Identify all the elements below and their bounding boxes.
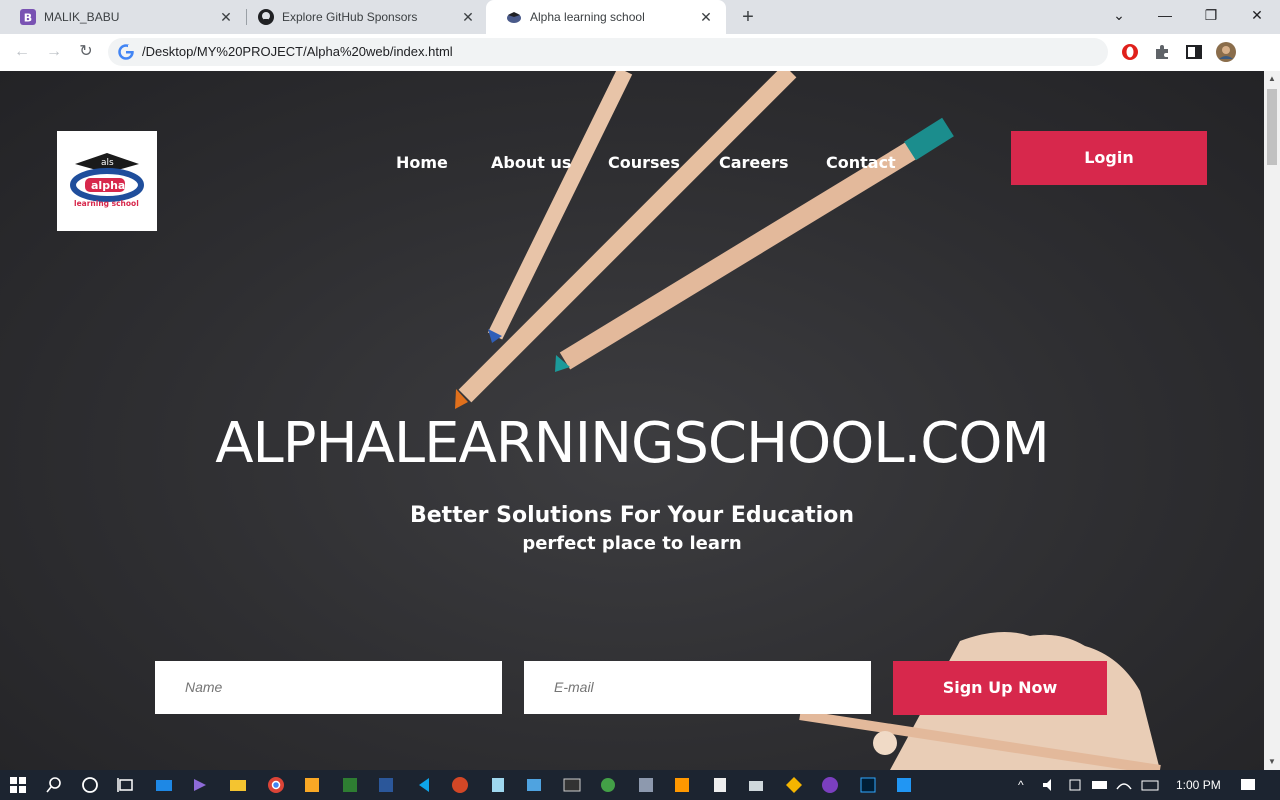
page-viewport: als alpha learning school Home About us … — [0, 71, 1264, 770]
close-window-button[interactable]: ✕ — [1234, 0, 1280, 30]
cortana-icon[interactable] — [80, 775, 100, 795]
sublime-icon[interactable] — [672, 775, 692, 795]
clock-time[interactable]: 1:00 PM — [1176, 770, 1221, 800]
sign-up-button[interactable]: Sign Up Now — [893, 661, 1107, 715]
app-icon-14[interactable] — [636, 775, 656, 795]
tab-malik-babu[interactable]: B MALIK_BABU ✕ — [0, 0, 246, 34]
camera-icon[interactable] — [746, 775, 766, 795]
powerpoint-icon[interactable] — [450, 775, 470, 795]
logo-school-text: learning school — [74, 199, 139, 208]
address-bar[interactable]: /Desktop/MY%20PROJECT/Alpha%20web/index.… — [108, 38, 1108, 66]
nav-about-us[interactable]: About us — [491, 153, 571, 172]
tab-strip: B MALIK_BABU ✕ Explore GitHub Sponsors ✕… — [0, 0, 1280, 34]
app-icon-6[interactable] — [340, 775, 360, 795]
alpha-logo-icon: als alpha learning school — [70, 153, 144, 208]
battery-icon[interactable] — [1090, 775, 1110, 795]
forward-arrow-icon[interactable]: → — [42, 40, 66, 64]
tab-title: Alpha learning school — [530, 10, 645, 24]
meet-now-icon[interactable] — [1066, 775, 1086, 795]
git-icon[interactable] — [784, 775, 804, 795]
profile-avatar[interactable] — [1216, 42, 1236, 62]
app-icon-16[interactable] — [710, 775, 730, 795]
nav-courses[interactable]: Courses — [608, 153, 680, 172]
github-icon — [258, 9, 274, 25]
app-icon-10[interactable] — [488, 775, 508, 795]
word-icon[interactable] — [376, 775, 396, 795]
app-icon-21[interactable] — [894, 775, 914, 795]
back-arrow-icon[interactable]: ← — [10, 40, 34, 64]
wifi-icon[interactable] — [1114, 775, 1134, 795]
volume-icon[interactable] — [1040, 775, 1060, 795]
tab-title: Explore GitHub Sponsors — [282, 10, 418, 24]
keyboard-icon[interactable] — [1140, 775, 1160, 795]
windows-taskbar: ^ 1:00 PM — [0, 770, 1280, 800]
close-tab-icon[interactable]: ✕ — [698, 9, 714, 26]
browser-toolbar: ← → ↻ /Desktop/MY%20PROJECT/Alpha%20web/… — [0, 34, 1280, 72]
chevron-up-icon[interactable]: ^ — [1018, 770, 1024, 800]
vertical-scrollbar[interactable]: ▲ ▼ — [1264, 71, 1280, 770]
tab-title: MALIK_BABU — [44, 10, 120, 24]
logo-alpha-text: alpha — [91, 179, 125, 192]
bootstrap-icon: B — [20, 9, 36, 25]
chrome-icon[interactable] — [266, 775, 286, 795]
minimize-button[interactable]: — — [1142, 0, 1188, 30]
new-tab-button[interactable]: + — [738, 4, 758, 30]
hero-title: ALPHALEARNINGSCHOOL.COM — [215, 411, 1050, 476]
google-icon — [118, 44, 134, 60]
close-tab-icon[interactable]: ✕ — [218, 9, 234, 26]
search-icon[interactable] — [44, 775, 64, 795]
svg-text:B: B — [24, 12, 32, 25]
email-input[interactable] — [524, 661, 871, 714]
vscode-icon[interactable] — [414, 775, 434, 795]
mail-app-icon[interactable] — [154, 775, 174, 795]
hero-tagline: perfect place to learn — [522, 533, 742, 554]
nav-contact[interactable]: Contact — [826, 153, 896, 172]
task-view-icon[interactable] — [116, 775, 136, 795]
file-explorer-icon[interactable] — [228, 775, 248, 795]
page-favicon — [506, 9, 522, 25]
scroll-up-arrow-icon[interactable]: ▲ — [1264, 71, 1280, 87]
hero-subtitle: Better Solutions For Your Education — [409, 503, 855, 528]
notification-icon[interactable] — [1238, 775, 1258, 795]
scroll-down-arrow-icon[interactable]: ▼ — [1264, 754, 1280, 770]
tab-search-icon[interactable]: ⌄ — [1096, 0, 1142, 30]
nav-home[interactable]: Home — [396, 153, 448, 172]
close-tab-icon[interactable]: ✕ — [460, 9, 476, 26]
scrollbar-thumb[interactable] — [1267, 89, 1277, 165]
nav-careers[interactable]: Careers — [719, 153, 789, 172]
login-button[interactable]: Login — [1011, 131, 1207, 185]
name-input[interactable] — [155, 661, 502, 714]
github-desktop-icon[interactable] — [820, 775, 840, 795]
app-icon-11[interactable] — [524, 775, 544, 795]
terminal-icon[interactable] — [562, 775, 582, 795]
app-icon-13[interactable] — [598, 775, 618, 795]
tab-alpha-learning-school[interactable]: Alpha learning school ✕ — [486, 0, 726, 34]
vs-app-icon[interactable] — [190, 775, 210, 795]
url-text: /Desktop/MY%20PROJECT/Alpha%20web/index.… — [142, 44, 453, 59]
app-icon-5[interactable] — [302, 775, 322, 795]
logo-als-text: als — [101, 158, 114, 168]
side-panel-icon[interactable] — [1185, 43, 1203, 61]
windows-start-icon[interactable] — [8, 775, 28, 795]
photoshop-icon[interactable] — [858, 775, 878, 795]
restore-button[interactable]: ❐ — [1188, 0, 1234, 30]
opera-extension-icon[interactable] — [1121, 43, 1139, 61]
site-logo[interactable]: als alpha learning school — [57, 131, 157, 231]
extensions-puzzle-icon[interactable] — [1153, 43, 1171, 61]
tab-github-sponsors[interactable]: Explore GitHub Sponsors ✕ — [238, 0, 488, 34]
reload-icon[interactable]: ↻ — [74, 40, 98, 64]
